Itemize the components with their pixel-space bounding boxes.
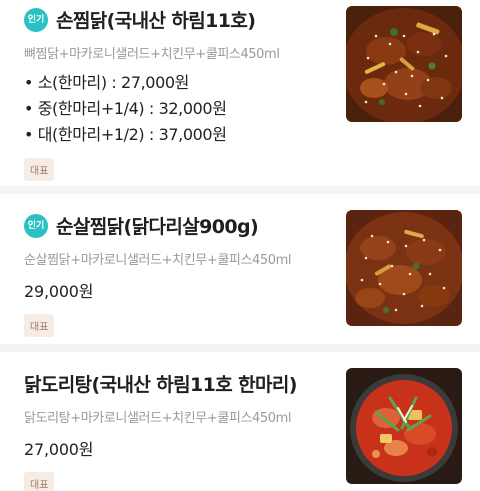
signature-tag: 대표 — [24, 314, 55, 337]
menu-item-name: 닭도리탕(국내산 하림11호 한마리) — [24, 374, 297, 396]
section-divider — [0, 344, 480, 352]
signature-tag: 대표 — [24, 472, 55, 491]
menu-item-dakdoritang[interactable]: 닭도리탕(국내산 하림11호 한마리) 닭도리탕+마카로니샐러드+치킨무+쿨피스… — [0, 352, 480, 491]
signature-tag: 대표 — [24, 158, 55, 181]
food-image — [346, 210, 462, 326]
menu-list: 인기 손찜닭(국내산 하림11호) 뼈찜닭+마카로니샐러드+치킨무+쿨피스450… — [0, 0, 480, 491]
menu-item-son-jjimdak[interactable]: 인기 손찜닭(국내산 하림11호) 뼈찜닭+마카로니샐러드+치킨무+쿨피스450… — [0, 0, 480, 186]
popular-badge: 인기 — [24, 7, 48, 32]
food-image — [346, 6, 462, 122]
spicy-chicken-stew-photo[interactable] — [346, 368, 462, 484]
food-image — [346, 368, 462, 484]
price-option-large: • 대(한마리+1/2) : 37,000원 — [24, 125, 227, 144]
boneless-braised-chicken-photo[interactable] — [346, 210, 462, 326]
popular-badge: 인기 — [24, 213, 48, 238]
menu-item-name: 손찜닭(국내산 하림11호) — [56, 10, 256, 32]
braised-chicken-photo[interactable] — [346, 6, 462, 122]
section-divider — [0, 186, 480, 194]
menu-item-boneless-jjimdak[interactable]: 인기 순살찜닭(닭다리살900g) 순살찜닭+마카로니샐러드+치킨무+쿨피스45… — [0, 194, 480, 344]
menu-item-name: 순살찜닭(닭다리살900g) — [56, 216, 259, 238]
